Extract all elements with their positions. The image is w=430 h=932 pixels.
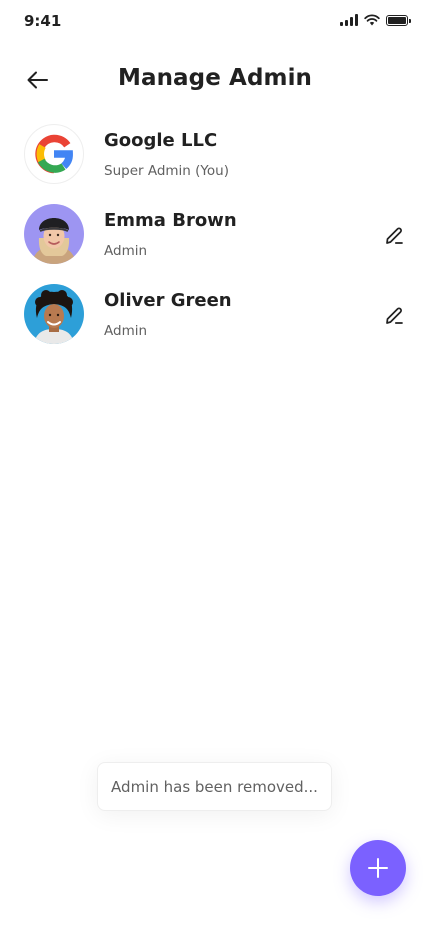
admin-row-emma[interactable]: Emma Brown Admin	[0, 202, 430, 282]
toast-message: Admin has been removed...	[97, 762, 332, 811]
wifi-icon	[364, 14, 380, 26]
admin-role: Super Admin (You)	[104, 163, 229, 179]
google-logo-avatar	[24, 124, 84, 184]
admin-list: Google LLC Super Admin (You) Emma Brown …	[0, 122, 430, 362]
admin-row-google[interactable]: Google LLC Super Admin (You)	[0, 122, 430, 202]
avatar-oliver	[24, 284, 84, 344]
person-photo-icon	[24, 284, 84, 344]
admin-name: Oliver Green	[104, 290, 232, 311]
cellular-signal-icon	[340, 14, 358, 26]
header: Manage Admin	[0, 56, 430, 104]
admin-name: Emma Brown	[104, 210, 237, 231]
pencil-icon	[386, 307, 403, 324]
status-icons	[340, 14, 411, 26]
admin-role: Admin	[104, 323, 148, 339]
person-photo-icon	[24, 204, 84, 264]
status-bar: 9:41	[0, 0, 430, 44]
battery-icon	[386, 14, 411, 26]
avatar-emma	[24, 204, 84, 264]
google-logo-icon	[35, 134, 73, 174]
edit-admin-button[interactable]	[380, 302, 408, 330]
admin-row-oliver[interactable]: Oliver Green Admin	[0, 282, 430, 362]
admin-role: Admin	[104, 243, 148, 259]
status-time: 9:41	[24, 12, 62, 30]
admin-name: Google LLC	[104, 130, 218, 151]
plus-icon	[368, 858, 388, 878]
page-title: Manage Admin	[117, 65, 313, 91]
edit-admin-button[interactable]	[380, 222, 408, 250]
pencil-icon	[386, 227, 403, 244]
add-admin-button[interactable]	[350, 840, 406, 896]
